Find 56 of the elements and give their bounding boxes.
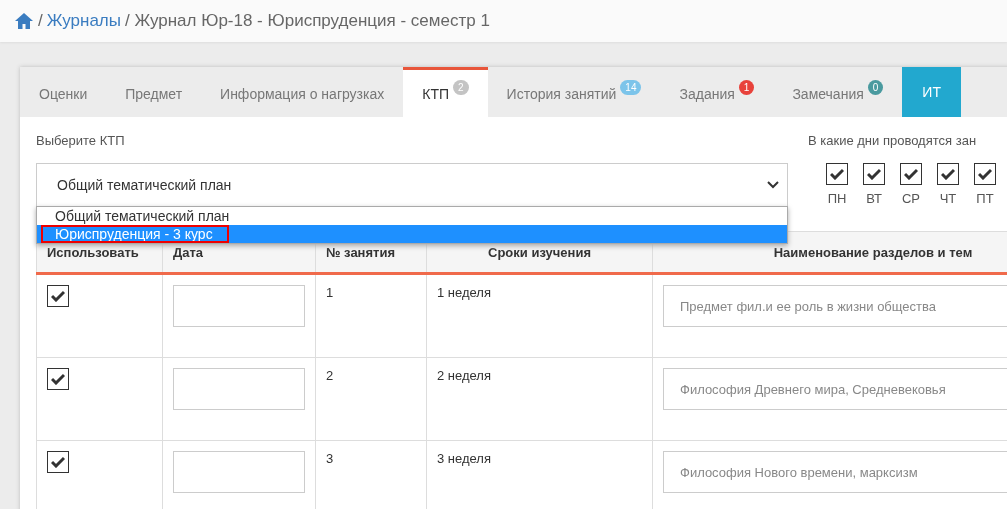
topic-field[interactable]: Предмет фил.и ее роль в жизни общества: [663, 285, 1007, 327]
checkmark-icon: [867, 168, 881, 180]
home-icon[interactable]: [14, 12, 34, 30]
breadcrumb-link[interactable]: Журналы: [46, 11, 121, 31]
checkmark-icon: [978, 168, 992, 180]
tab-label: КТП: [422, 85, 450, 102]
date-input[interactable]: [173, 451, 305, 493]
topic-field[interactable]: Философия Нового времени, марксизм: [663, 451, 1007, 493]
breadcrumb-separator: /: [38, 11, 43, 31]
day-checkbox[interactable]: [826, 163, 848, 185]
table-cell: 2 неделя: [426, 357, 653, 441]
select-label: Выберите КТП: [36, 133, 126, 148]
day-label: ПН: [827, 191, 847, 206]
tab[interactable]: Замечания 0: [773, 67, 903, 117]
page-title: / Журнал Юр-18 - Юриспруденция - семестр 1: [125, 11, 490, 31]
tab-button[interactable]: ИТ: [902, 67, 961, 117]
tab[interactable]: Предмет: [106, 67, 202, 117]
use-checkbox[interactable]: [47, 368, 69, 390]
topic-field[interactable]: Философия Древнего мира, Средневековья: [663, 368, 1007, 410]
count-badge: 1: [738, 80, 755, 95]
tab[interactable]: Задания 1: [660, 67, 774, 117]
checkmark-icon: [51, 290, 65, 302]
checkmark-icon: [941, 168, 955, 180]
day-label: ЧТ: [939, 191, 957, 206]
tab-label: Информация о нагрузках: [220, 85, 385, 102]
day-label: СР: [901, 191, 921, 206]
count-badge: 14: [620, 80, 642, 95]
checkmark-icon: [51, 456, 65, 468]
tab[interactable]: Оценки: [20, 67, 107, 117]
tab-label: История занятий: [506, 85, 617, 102]
date-input[interactable]: [173, 285, 305, 327]
tab[interactable]: История занятий 14: [487, 67, 661, 117]
table-cell: 1: [315, 273, 427, 358]
checkmark-icon: [51, 373, 65, 385]
days-label: В какие дни проводятся зан: [808, 133, 978, 148]
day-checkbox[interactable]: [863, 163, 885, 185]
checkmark-icon: [830, 168, 844, 180]
table-cell: 2: [315, 357, 427, 441]
day-label: ПТ: [976, 191, 994, 206]
tab-label: Задания: [679, 85, 735, 102]
count-badge: 0: [867, 80, 884, 95]
table-cell: 1 неделя: [426, 273, 653, 358]
day-label: ВТ: [866, 191, 882, 206]
use-checkbox[interactable]: [47, 285, 69, 307]
dropdown-option[interactable]: Юриспруденция - 3 курс: [41, 225, 229, 243]
day-checkbox[interactable]: [900, 163, 922, 185]
tab-label: Предмет: [125, 85, 183, 102]
tab[interactable]: Информация о нагрузках: [201, 67, 404, 117]
day-checkbox[interactable]: [974, 163, 996, 185]
tab-label: Замечания: [792, 85, 864, 102]
use-checkbox[interactable]: [47, 451, 69, 473]
tab-label: Оценки: [39, 85, 88, 102]
day-checkbox[interactable]: [937, 163, 959, 185]
caret-icon: [767, 181, 779, 189]
checkmark-icon: [904, 168, 918, 180]
date-input[interactable]: [173, 368, 305, 410]
